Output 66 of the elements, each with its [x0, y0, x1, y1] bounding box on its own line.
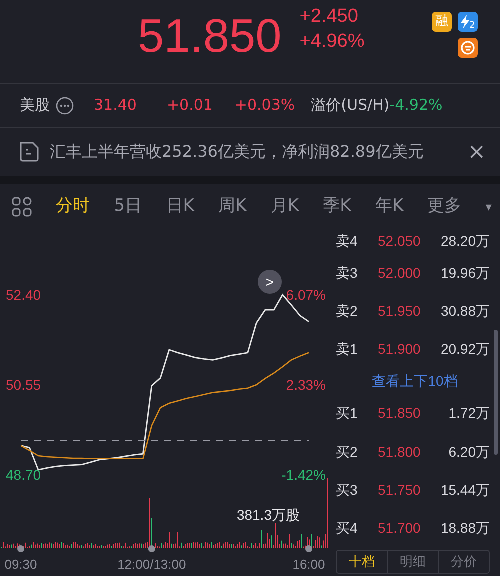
order-tab[interactable]: 十档 — [337, 551, 388, 573]
volume-label: 381.3万股 — [236, 507, 300, 523]
order-price: 51.800 — [378, 442, 422, 462]
chart-tab[interactable]: 年K — [375, 194, 404, 220]
order-volume: 28.20万 — [440, 232, 490, 252]
order-volume: 30.88万 — [440, 302, 490, 321]
badge-icon — [458, 38, 478, 58]
close-button[interactable]: × — [468, 136, 486, 168]
order-tab[interactable]: 明细 — [388, 551, 439, 573]
axis-label: 50.55 — [6, 377, 42, 393]
order-label: 买1 — [336, 404, 359, 424]
order-price: 51.950 — [378, 302, 422, 321]
chart-tab[interactable]: 季K — [323, 194, 352, 220]
market-label: 美股 — [20, 95, 50, 116]
axis-label: -1.42% — [282, 467, 326, 483]
chart-tab[interactable]: 更多 — [428, 194, 462, 220]
grid-icon[interactable] — [12, 197, 32, 217]
more-icon[interactable] — [56, 96, 74, 114]
order-price: 52.050 — [378, 232, 422, 252]
news-headline: 汇丰上半年营收252.36亿美元，净利润82.89亿美元 — [50, 141, 424, 163]
chart-tab[interactable]: 日K — [166, 194, 194, 220]
chart-tab[interactable]: 周K — [218, 194, 247, 220]
dropdown-caret[interactable]: ▾ — [486, 198, 492, 216]
expand-button[interactable]: > — [258, 270, 282, 294]
lightning-icon — [460, 15, 470, 29]
order-volume: 15.44万 — [440, 481, 490, 500]
news-icon — [18, 141, 40, 163]
axis-label: 12:00/13:00 — [118, 557, 186, 572]
chart-tab[interactable]: 月K — [270, 194, 299, 220]
order-volume: 6.20万 — [448, 442, 490, 462]
order-volume: 18.88万 — [440, 519, 490, 538]
chart-tab[interactable]: 5日 — [114, 194, 142, 220]
order-volume: 20.92万 — [440, 340, 490, 360]
us-price: 31.40 — [94, 95, 137, 116]
order-volume: 19.96万 — [440, 264, 490, 283]
us-change: +0.01 — [166, 95, 213, 116]
order-volume: 1.72万 — [448, 404, 490, 424]
order-label: 卖4 — [336, 232, 359, 252]
order-label: 买4 — [336, 519, 359, 538]
stock-price: 51.850 — [138, 12, 282, 64]
order-price: 51.700 — [378, 519, 422, 538]
order-label: 卖3 — [336, 264, 359, 283]
flash-badge: 2 — [458, 12, 478, 32]
price-change: +2.450 — [300, 5, 360, 29]
order-price: 51.900 — [378, 340, 422, 360]
order-label: 卖1 — [336, 340, 359, 360]
axis-label: 2.33% — [286, 377, 326, 393]
depth-link[interactable]: 查看上下10档 — [330, 368, 500, 395]
order-label: 买2 — [336, 442, 359, 462]
margin-badge: 融 — [432, 12, 452, 32]
axis-label: 52.40 — [6, 287, 42, 303]
premium-label: 溢价(US/H) — [311, 95, 390, 116]
order-price: 52.000 — [378, 264, 422, 283]
axis-label: 09:30 — [4, 557, 38, 572]
axis-label: 16:00 — [292, 557, 326, 572]
order-label: 卖2 — [336, 302, 359, 321]
order-label: 买3 — [336, 481, 359, 500]
axis-label: 48.70 — [6, 467, 42, 483]
order-tab[interactable]: 分价 — [439, 551, 489, 573]
order-price: 51.750 — [378, 481, 422, 500]
chart-tab[interactable]: 分时 — [56, 194, 90, 220]
us-percent-change: +0.03% — [234, 95, 296, 116]
percent-change: +4.96% — [300, 30, 365, 54]
premium-value: -4.92% — [390, 95, 443, 116]
axis-label: 6.07% — [286, 287, 326, 303]
order-price: 51.850 — [378, 404, 422, 424]
